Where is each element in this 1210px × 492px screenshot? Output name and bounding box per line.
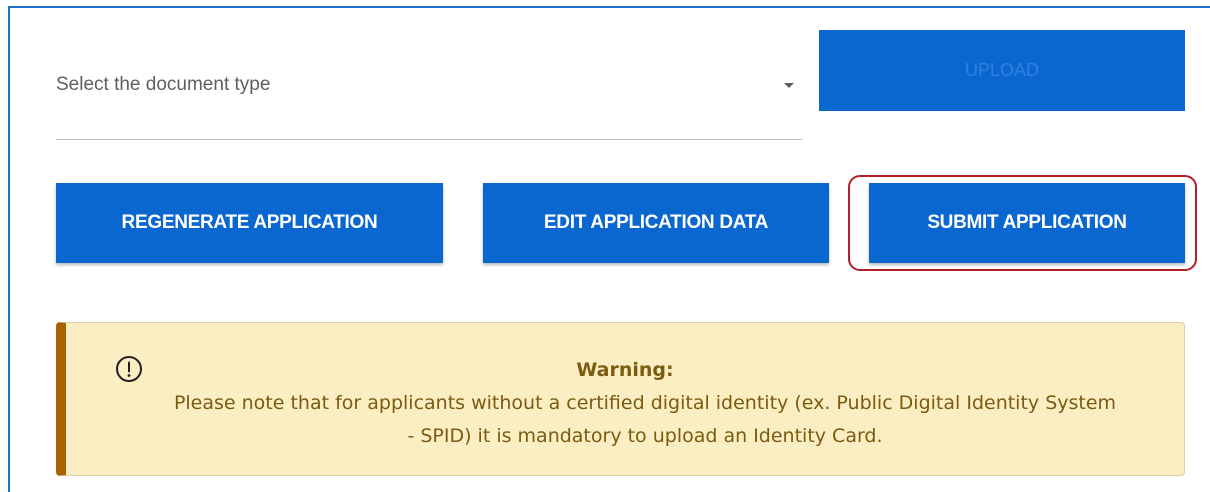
submit-application-button[interactable]: SUBMIT APPLICATION	[869, 183, 1185, 263]
warning-title: Warning:	[576, 359, 674, 381]
edit-application-data-button[interactable]: EDIT APPLICATION DATA	[483, 183, 829, 263]
warning-alert: Warning: Please note that for applicants…	[56, 322, 1185, 476]
warning-message-line-1: Please note that for applicants without …	[173, 392, 1117, 414]
document-type-placeholder: Select the document type	[56, 74, 271, 95]
document-type-select[interactable]: Select the document type	[56, 58, 802, 140]
warning-message-line-2: - SPID) it is mandatory to upload an Ide…	[407, 425, 883, 447]
warning-text: Warning: Please note that for applicants…	[66, 354, 1184, 453]
regenerate-application-button[interactable]: REGENERATE APPLICATION	[56, 183, 443, 263]
upload-button[interactable]: UPLOAD	[819, 30, 1185, 111]
chevron-down-icon[interactable]	[784, 83, 794, 88]
